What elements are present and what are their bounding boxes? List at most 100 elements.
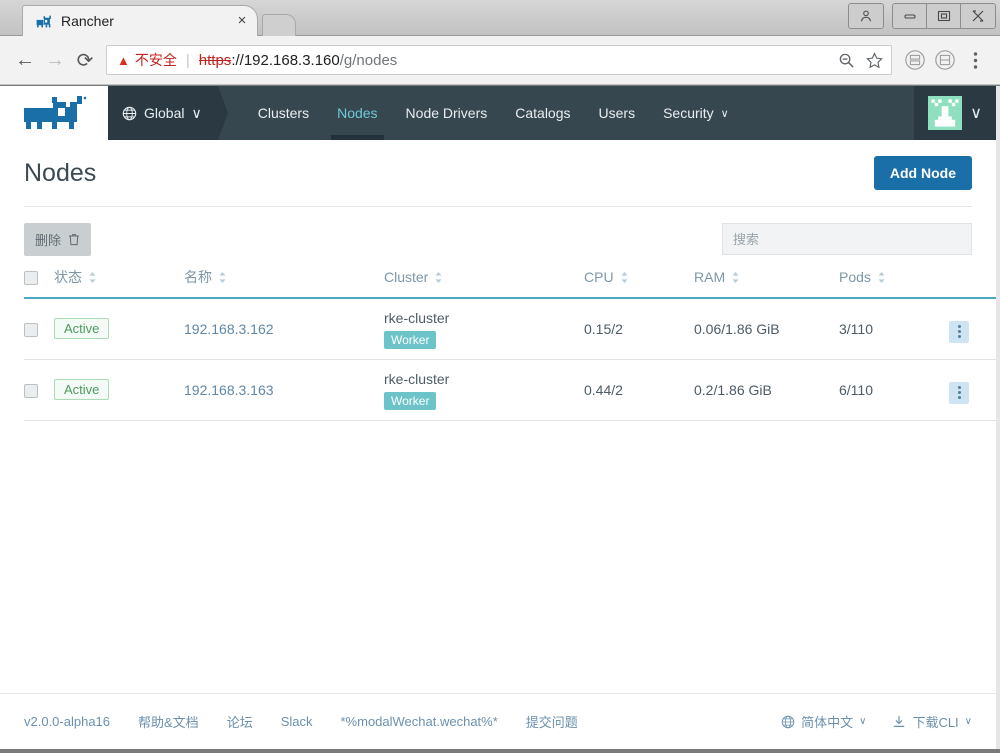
row-checkbox[interactable] bbox=[24, 383, 38, 398]
column-header-name[interactable]: 名称 bbox=[184, 261, 384, 299]
browser-tab-close-icon[interactable]: × bbox=[233, 12, 251, 30]
add-node-button[interactable]: Add Node bbox=[873, 156, 972, 190]
table-body: Active 192.168.3.162 rke-cluster Worker … bbox=[24, 298, 996, 421]
role-badge: Worker bbox=[384, 391, 437, 410]
table-row[interactable]: Active 192.168.3.162 rke-cluster Worker … bbox=[24, 298, 996, 360]
forward-button[interactable]: → bbox=[40, 45, 70, 75]
zoom-out-icon[interactable] bbox=[833, 47, 859, 73]
row-ram-cell: 0.2/1.86 GiB bbox=[694, 359, 839, 421]
star-icon[interactable] bbox=[861, 47, 887, 73]
browser-tab[interactable]: Rancher × bbox=[22, 5, 258, 36]
chrome-menu-icon[interactable] bbox=[960, 45, 990, 75]
column-label: 名称 bbox=[184, 269, 212, 285]
url-path: /g/nodes bbox=[339, 51, 398, 69]
address-bar[interactable]: ▲ 不安全 | https://192.168.3.160/g/nodes bbox=[106, 45, 892, 75]
browser-tab-title: Rancher bbox=[61, 13, 114, 29]
nav-label: Users bbox=[598, 105, 636, 121]
cli-download-selector[interactable]: 下载CLI ∨ bbox=[892, 712, 972, 731]
status-badge: Active bbox=[54, 379, 110, 401]
app-footer: v2.0.0-alpha16 帮助&文档 论坛 Slack *%modalWec… bbox=[0, 693, 996, 749]
maximize-icon[interactable] bbox=[927, 4, 961, 28]
chevron-down-icon: ∨ bbox=[970, 105, 982, 122]
page-title: Nodes bbox=[24, 158, 97, 187]
extension-icon[interactable] bbox=[900, 45, 930, 75]
app-navbar: Global ∨ Clusters Nodes Node Drivers Cat… bbox=[108, 86, 996, 140]
footer-right: 简体中文 ∨ 下载CLI ∨ bbox=[781, 712, 972, 731]
trash-icon bbox=[69, 234, 80, 246]
new-tab-button[interactable] bbox=[262, 14, 296, 36]
row-select-cell bbox=[24, 298, 54, 360]
url-host: ://192.168.3.160 bbox=[231, 51, 340, 69]
row-actions-icon[interactable] bbox=[949, 381, 969, 404]
row-name-cell: 192.168.3.162 bbox=[184, 298, 384, 360]
rancher-cow-icon bbox=[36, 15, 51, 27]
column-label: CPU bbox=[584, 269, 614, 285]
column-header-cpu[interactable]: CPU bbox=[584, 261, 694, 299]
browser-toolbar: ← → ⟳ ▲ 不安全 | https://192.168.3.160/g/no… bbox=[0, 36, 1000, 85]
nav-item-clusters[interactable]: Clusters bbox=[244, 86, 323, 140]
cluster-name: rke-cluster bbox=[384, 310, 450, 326]
node-link[interactable]: 192.168.3.163 bbox=[184, 382, 274, 398]
table-header-row: 状态 名称 Cluster CPU RAM Pods bbox=[24, 261, 996, 299]
row-cpu-cell: 0.44/2 bbox=[584, 359, 694, 421]
footer-link-issue[interactable]: 提交问题 bbox=[526, 712, 578, 731]
address-bar-url: https://192.168.3.160/g/nodes bbox=[199, 52, 398, 69]
footer-link-forum[interactable]: 论坛 bbox=[227, 712, 253, 731]
column-header-cluster[interactable]: Cluster bbox=[384, 261, 584, 299]
footer-link-wechat[interactable]: *%modalWechat.wechat%* bbox=[341, 714, 498, 729]
row-actions-cell bbox=[949, 359, 996, 421]
footer-link-slack[interactable]: Slack bbox=[281, 714, 313, 729]
window-controls bbox=[848, 3, 996, 29]
rancher-app: Global ∨ Clusters Nodes Node Drivers Cat… bbox=[0, 86, 996, 749]
column-label: Pods bbox=[839, 269, 871, 285]
nav-item-node-drivers[interactable]: Node Drivers bbox=[392, 86, 502, 140]
row-cpu-cell: 0.15/2 bbox=[584, 298, 694, 360]
nav-item-catalogs[interactable]: Catalogs bbox=[501, 86, 584, 140]
security-warning-label: 不安全 bbox=[134, 52, 177, 68]
cluster-name: rke-cluster bbox=[384, 370, 450, 387]
role-badge: Worker bbox=[384, 330, 437, 349]
row-cluster-cell: rke-cluster Worker bbox=[384, 298, 584, 360]
column-header-state[interactable]: 状态 bbox=[54, 261, 184, 299]
page-scrollbar[interactable] bbox=[996, 86, 1000, 749]
browser-window: Rancher × ← → ⟳ ▲ 不安全 | https://192.168.… bbox=[0, 0, 1000, 753]
delete-button[interactable]: 删除 bbox=[24, 223, 92, 256]
reload-button[interactable]: ⟳ bbox=[70, 45, 100, 75]
language-selector[interactable]: 简体中文 ∨ bbox=[781, 712, 866, 731]
search-input[interactable] bbox=[722, 223, 972, 255]
nav-item-security[interactable]: Security ∨ bbox=[649, 86, 743, 140]
nav-links: Clusters Nodes Node Drivers Catalogs Use bbox=[218, 86, 743, 140]
browser-tabstrip: Rancher × bbox=[0, 0, 296, 36]
nav-label: Catalogs bbox=[515, 105, 571, 121]
globe-icon bbox=[122, 106, 137, 120]
globe-icon bbox=[781, 715, 795, 728]
scope-selector[interactable]: Global ∨ bbox=[108, 86, 218, 140]
footer-link-docs[interactable]: 帮助&文档 bbox=[138, 712, 199, 731]
user-identicon-avatar bbox=[928, 96, 963, 130]
rancher-cow-logo[interactable] bbox=[0, 86, 108, 140]
sort-icon bbox=[434, 271, 443, 284]
address-bar-actions bbox=[833, 47, 887, 73]
minimize-icon[interactable] bbox=[893, 4, 927, 28]
delete-button-label: 删除 bbox=[35, 233, 62, 248]
nav-item-nodes[interactable]: Nodes bbox=[323, 86, 391, 140]
column-header-pods[interactable]: Pods bbox=[839, 261, 949, 299]
row-ram-cell: 0.06/1.86 GiB bbox=[694, 298, 839, 360]
nav-item-users[interactable]: Users bbox=[585, 86, 650, 140]
column-header-ram[interactable]: RAM bbox=[694, 261, 839, 299]
select-all-checkbox[interactable] bbox=[24, 271, 38, 286]
sort-icon bbox=[620, 271, 629, 284]
table-head: 状态 名称 Cluster CPU RAM Pods bbox=[24, 261, 996, 299]
footer-link-version[interactable]: v2.0.0-alpha16 bbox=[24, 714, 110, 729]
row-actions-icon[interactable] bbox=[949, 320, 969, 343]
warning-triangle-icon: ▲ bbox=[117, 52, 130, 68]
row-pods-cell: 3/110 bbox=[839, 298, 949, 360]
close-icon[interactable] bbox=[961, 4, 995, 28]
node-link[interactable]: 192.168.3.162 bbox=[184, 321, 274, 337]
row-checkbox[interactable] bbox=[24, 323, 38, 338]
profile-icon[interactable] bbox=[849, 4, 883, 28]
user-menu[interactable]: ∨ bbox=[914, 86, 996, 140]
back-button[interactable]: ← bbox=[10, 45, 40, 75]
table-row[interactable]: Active 192.168.3.163 rke-cluster Worker … bbox=[24, 359, 996, 421]
extension-icon[interactable] bbox=[930, 45, 960, 75]
